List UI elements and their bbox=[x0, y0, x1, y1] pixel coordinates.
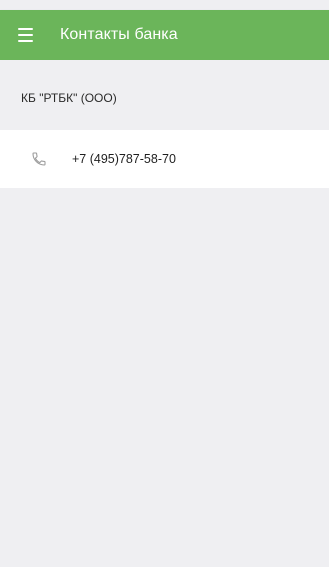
phone-icon bbox=[31, 150, 47, 168]
phone-number: +7 (495)787-58-70 bbox=[72, 152, 176, 166]
hamburger-menu-icon[interactable] bbox=[18, 28, 33, 42]
contact-row-phone[interactable]: +7 (495)787-58-70 bbox=[0, 130, 329, 188]
menu-icon-line bbox=[18, 34, 33, 36]
menu-icon-line bbox=[18, 28, 33, 30]
phone-icon-svg bbox=[32, 152, 46, 166]
menu-icon-line bbox=[18, 40, 33, 42]
bank-name: КБ "РТБК" (ООО) bbox=[21, 91, 117, 105]
bank-name-header: КБ "РТБК" (ООО) bbox=[0, 60, 329, 130]
app-bar: Контакты банка bbox=[0, 10, 329, 60]
page-title: Контакты банка bbox=[60, 26, 178, 43]
